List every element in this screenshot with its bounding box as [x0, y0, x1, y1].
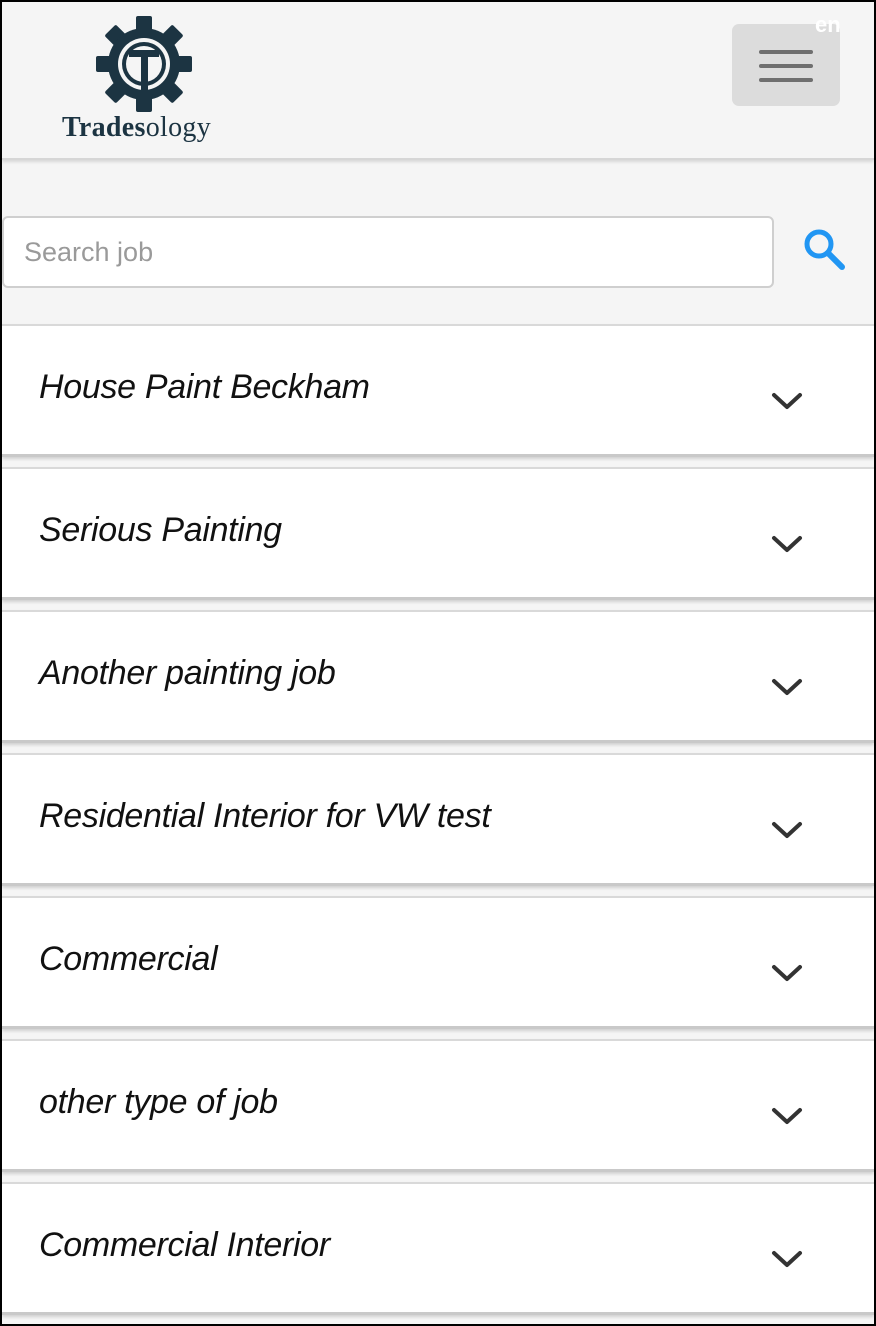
job-item-commercial[interactable]: Commercial	[2, 896, 874, 1029]
hamburger-menu-icon-bar	[759, 78, 813, 82]
search-box	[2, 216, 774, 288]
brand-wordmark: Tradesology	[62, 112, 211, 144]
search-icon[interactable]	[799, 224, 849, 274]
job-item-serious-painting[interactable]: Serious Painting	[2, 467, 874, 600]
job-item-other-type-of-job[interactable]: other type of job	[2, 1039, 874, 1172]
brand-wordmark-bold: Trades	[62, 112, 146, 143]
language-selector[interactable]: en	[815, 12, 841, 38]
job-item-another-painting-job[interactable]: Another painting job	[2, 610, 874, 743]
app-frame: Tradesology en House Paint Beckham Serio…	[0, 0, 876, 1326]
job-title: Commercial Interior	[39, 1226, 330, 1264]
brand-wordmark-light: ology	[145, 112, 212, 143]
hamburger-menu-icon	[759, 50, 813, 54]
chevron-down-icon[interactable]	[770, 533, 804, 555]
brand-logo[interactable]: Tradesology	[60, 16, 240, 148]
job-title: Commercial	[39, 940, 218, 978]
job-item-house-paint-beckham[interactable]: House Paint Beckham	[2, 324, 874, 457]
chevron-down-icon[interactable]	[770, 819, 804, 841]
chevron-down-icon[interactable]	[770, 390, 804, 412]
search-input[interactable]	[4, 218, 772, 286]
chevron-down-icon[interactable]	[770, 1248, 804, 1270]
job-title: House Paint Beckham	[39, 368, 370, 406]
chevron-down-icon[interactable]	[770, 676, 804, 698]
job-title: Residential Interior for VW test	[39, 797, 491, 835]
job-list: House Paint Beckham Serious Painting Ano…	[2, 324, 874, 1324]
job-title: other type of job	[39, 1083, 278, 1121]
hamburger-menu-icon-bar	[759, 64, 813, 68]
chevron-down-icon[interactable]	[770, 962, 804, 984]
chevron-down-icon[interactable]	[770, 1105, 804, 1127]
gear-logo-icon	[96, 16, 192, 112]
header: Tradesology en	[2, 2, 874, 160]
job-item-residential-interior[interactable]: Residential Interior for VW test	[2, 753, 874, 886]
job-item-commercial-interior[interactable]: Commercial Interior	[2, 1182, 874, 1315]
job-title: Serious Painting	[39, 511, 282, 549]
job-title: Another painting job	[39, 654, 336, 692]
